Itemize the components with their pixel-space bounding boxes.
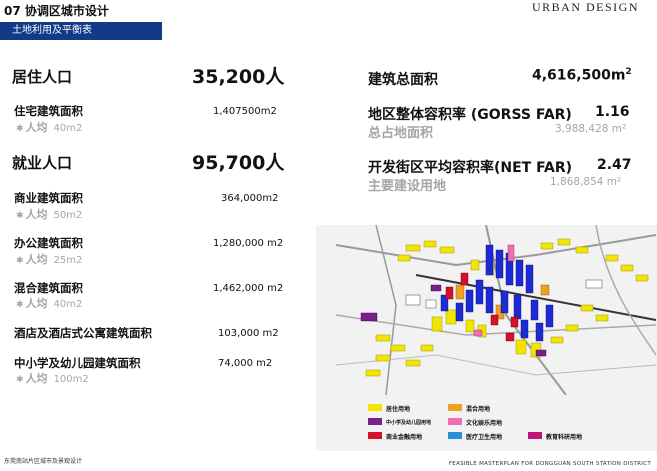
employment-pop-value: 95,700人: [192, 152, 285, 174]
hotel-area-label: 酒店及酒店式公寓建筑面积: [14, 326, 152, 340]
brand-title: URBAN DESIGN: [531, 0, 639, 14]
legend-swatch-medical: [448, 432, 462, 439]
subtitle-bar: 土地利用及平衡表: [0, 22, 162, 40]
star-icon: ✱: [16, 300, 24, 310]
housing-area-value: 1,407500m2: [213, 106, 277, 117]
legend-label-mixed: 混合用地: [466, 406, 491, 413]
employment-pop-label: 就业人口: [12, 154, 73, 172]
legend-label-education: 教育科研用地: [546, 434, 583, 441]
land-area-value: 3,988,428 m²: [555, 123, 627, 135]
mixed-per-capita: ✱ 人均 40m2: [16, 297, 83, 310]
legend-swatch-education: [528, 432, 542, 439]
main-land-label: 主要建设用地: [368, 179, 447, 194]
legend-swatch-commercial: [368, 432, 382, 439]
commercial-area-label: 商业建筑面积: [14, 191, 83, 205]
residential-pop-label: 居住人口: [12, 68, 73, 86]
net-far-label: 开发街区平均容积率(NET FAR): [368, 160, 573, 176]
office-per-capita: ✱ 人均 25m2: [16, 253, 83, 266]
legend-label-residential: 居住用地: [386, 406, 411, 413]
housing-area-label: 住宅建筑面积: [14, 104, 83, 118]
school-area-value: 74,000 m2: [218, 358, 273, 369]
gross-far-label: 地区整体容积率 (GORSS FAR): [368, 107, 572, 123]
mixed-area-label: 混合建筑面积: [14, 281, 83, 295]
office-area-label: 办公建筑面积: [14, 236, 83, 250]
total-area-value: 4,616,500m2: [532, 67, 632, 84]
site-model-panel: 居住用地 混合用地 中小学及幼儿园用地 文化娱乐用地 商业金融用地 医疗卫生用地…: [316, 225, 657, 451]
star-icon: ✱: [16, 124, 24, 134]
commercial-per-capita: ✱ 人均 50m2: [16, 208, 83, 221]
land-area-label: 总占地面积: [368, 126, 434, 141]
legend-label-commercial: 商业金融用地: [386, 434, 423, 441]
gross-far-value: 1.16: [595, 104, 630, 120]
office-area-value: 1,280,000 m2: [213, 238, 284, 249]
star-icon: ✱: [16, 211, 24, 221]
hotel-area-value: 103,000 m2: [218, 328, 279, 339]
mixed-area-value: 1,462,000 m2: [213, 283, 284, 294]
site-model-image: [336, 225, 656, 395]
net-far-value: 2.47: [597, 157, 632, 173]
commercial-area-value: 364,000m2: [221, 193, 279, 204]
legend-swatch-residential: [368, 404, 382, 411]
star-icon: ✱: [16, 256, 24, 266]
legend-swatch-school: [368, 418, 382, 425]
housing-per-capita: ✱ 人均 40m2: [16, 121, 83, 134]
main-land-value: 1,868,854 m²: [550, 176, 622, 188]
legend-swatch-culture: [448, 418, 462, 425]
residential-pop-value: 35,200人: [192, 66, 285, 88]
legend-swatch-mixed: [448, 404, 462, 411]
footer-left: 东莞南站片区城市及景观设计: [4, 458, 83, 465]
star-icon: ✱: [16, 375, 24, 385]
footer-right: FEASIBLE MASTERPLAN FOR DONGGUAN SOUTH S…: [448, 461, 651, 467]
school-area-label: 中小学及幼儿园建筑面积: [14, 356, 141, 370]
legend-label-culture: 文化娱乐用地: [466, 420, 503, 427]
legend-label-medical: 医疗卫生用地: [466, 434, 503, 441]
section-title: 07 协调区城市设计: [4, 4, 109, 18]
school-per-capita: ✱ 人均 100m2: [16, 372, 89, 385]
total-area-label: 建筑总面积: [368, 72, 438, 88]
legend-label-school: 中小学及幼儿园用地: [386, 420, 432, 426]
